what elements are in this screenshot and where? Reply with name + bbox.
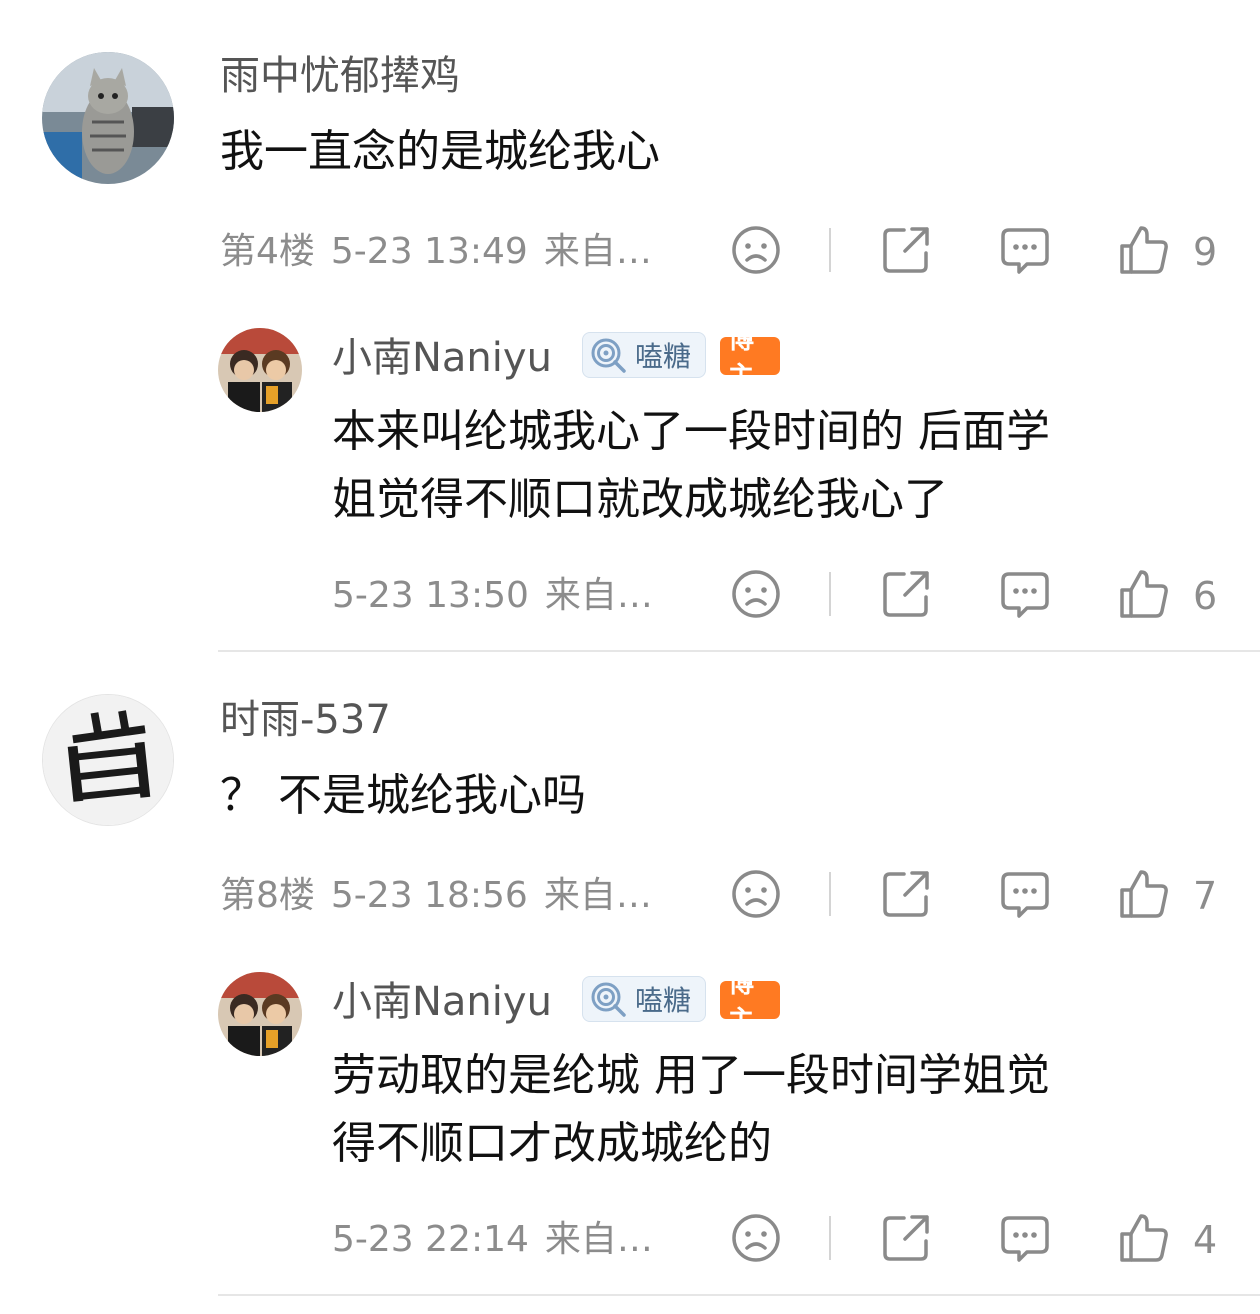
comment-text: ？ 不是城纶我心吗 [220, 770, 586, 821]
user-avatar[interactable] [218, 328, 302, 412]
user-avatar[interactable] [218, 972, 302, 1056]
thumbs-up-icon[interactable] [1116, 222, 1172, 278]
share-icon[interactable] [878, 866, 934, 922]
lollipop-icon [591, 338, 626, 373]
reply-source: 来自… [544, 1219, 653, 1260]
action-divider [829, 572, 831, 616]
comment-source: 来自… [543, 231, 652, 272]
reply-username[interactable]: 小南Naniyu [332, 978, 552, 1026]
user-avatar[interactable] [42, 52, 174, 184]
comment-text: 我一直念的是城纶我心 [220, 126, 660, 177]
reply-time: 5-23 22:14 [332, 1219, 529, 1260]
candy-badge[interactable]: 嗑糖 [582, 332, 706, 378]
comment-meta: 第4楼 5-23 13:49 来自… [220, 230, 652, 274]
action-divider [829, 872, 831, 916]
comment-time: 5-23 18:56 [330, 875, 528, 916]
reply-meta: 5-23 13:50 来自… [332, 574, 653, 618]
author-badge: 博主 [720, 325, 780, 392]
reply-time: 5-23 13:50 [332, 575, 529, 616]
floor-number: 第4楼 [220, 231, 315, 272]
floor-number: 第8楼 [220, 875, 315, 916]
reply-text-line-2: 姐觉得不顺口就改成城纶我心了 [332, 474, 948, 525]
action-divider [829, 1216, 831, 1260]
comment-username[interactable]: 时雨-537 [220, 696, 391, 744]
thumbs-up-icon[interactable] [1116, 866, 1172, 922]
sad-face-icon[interactable] [728, 566, 784, 622]
candy-badge-label: 嗑糖 [635, 340, 692, 373]
comment-username[interactable]: 雨中忧郁撵鸡 [220, 52, 460, 100]
thumbs-up-icon[interactable] [1116, 1210, 1172, 1266]
reply-text-line-1: 劳动取的是纶城 用了一段时间学姐觉 [332, 1050, 1050, 1101]
user-avatar[interactable] [42, 694, 174, 826]
comment-bubble-icon[interactable] [997, 1210, 1053, 1266]
like-count: 9 [1193, 230, 1218, 274]
comment-divider [218, 1294, 1260, 1296]
like-count: 4 [1193, 1218, 1218, 1262]
thumbs-up-icon[interactable] [1116, 566, 1172, 622]
comment-bubble-icon[interactable] [997, 866, 1053, 922]
candy-badge[interactable]: 嗑糖 [582, 976, 706, 1022]
reply-source: 来自… [544, 575, 653, 616]
reply-text-line-2: 得不顺口才改成城纶的 [332, 1118, 772, 1169]
share-icon[interactable] [878, 566, 934, 622]
lollipop-icon [591, 982, 626, 1017]
action-divider [829, 228, 831, 272]
reply-text-line-1: 本来叫纶城我心了一段时间的 后面学 [332, 406, 1050, 457]
comment-bubble-icon[interactable] [997, 566, 1053, 622]
author-badge: 博主 [720, 969, 780, 1036]
comment-time: 5-23 13:49 [330, 231, 528, 272]
like-count: 6 [1193, 574, 1218, 618]
reply-username[interactable]: 小南Naniyu [332, 334, 552, 382]
like-count: 7 [1193, 874, 1218, 918]
comment-divider [218, 650, 1260, 652]
comment-meta: 第8楼 5-23 18:56 来自… [220, 874, 652, 918]
sad-face-icon[interactable] [728, 1210, 784, 1266]
sad-face-icon[interactable] [728, 222, 784, 278]
share-icon[interactable] [878, 222, 934, 278]
sad-face-icon[interactable] [728, 866, 784, 922]
comment-source: 来自… [543, 875, 652, 916]
comment-bubble-icon[interactable] [997, 222, 1053, 278]
candy-badge-label: 嗑糖 [635, 984, 692, 1017]
reply-meta: 5-23 22:14 来自… [332, 1218, 653, 1262]
share-icon[interactable] [878, 1210, 934, 1266]
